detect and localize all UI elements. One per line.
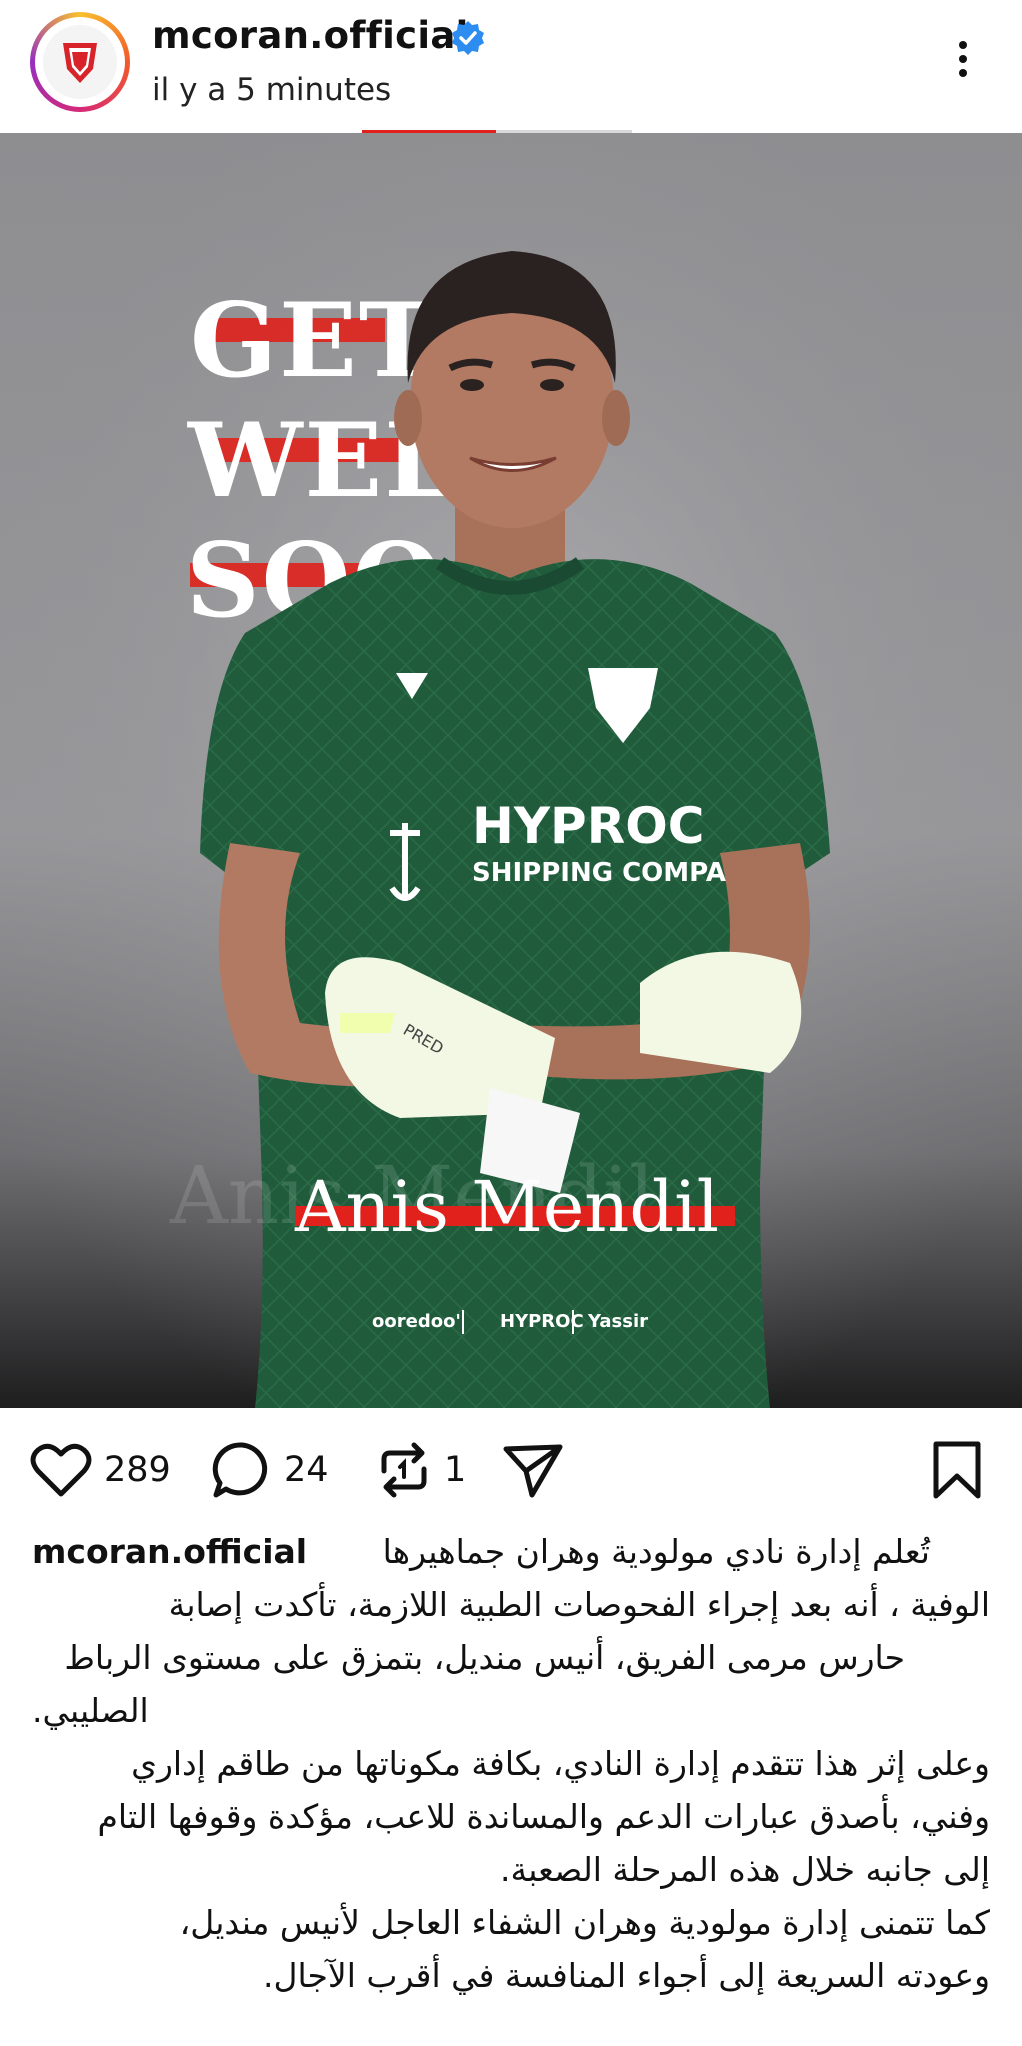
share-icon	[502, 1441, 564, 1499]
caption-line-4: الصليبي.	[32, 1691, 149, 1730]
post-actions-bar: 289 24 1	[0, 1410, 1022, 1530]
shirt-sponsor-sub: SHIPPING COMPA	[472, 858, 726, 888]
club-logo-icon	[43, 25, 117, 99]
caption-line-1: mcoran.official تُعلم إدارة نادي مولودية…	[32, 1525, 990, 1578]
post-caption: mcoran.official تُعلم إدارة نادي مولودية…	[32, 1525, 990, 2002]
like-button[interactable]: 289	[30, 1442, 171, 1498]
post-timestamp: il y a 5 minutes	[152, 72, 392, 108]
caption-line-9: وعودته السريعة إلى أجواء المنافسة في أقر…	[263, 1956, 990, 1995]
banner-line-1: GET	[190, 281, 437, 401]
verified-badge-icon	[452, 21, 484, 55]
sponsor-yassir: Yassir	[587, 1311, 648, 1332]
likes-count: 289	[104, 1450, 171, 1490]
caption-line-3: حارس مرمى الفريق، أنيس منديل، بتمزق على …	[64, 1638, 905, 1677]
caption-line-6: وفني، بأصدق عبارات الدعم والمساندة للاعب…	[97, 1797, 990, 1836]
shirt-sponsor: HYPROC	[472, 797, 704, 855]
heart-icon	[30, 1442, 92, 1498]
sponsors-strip: ooredoo' HYPROC Yassir	[372, 1310, 648, 1334]
repost-button[interactable]: 1	[376, 1442, 466, 1498]
sponsor-ooredoo: ooredoo'	[372, 1311, 461, 1332]
comments-count: 24	[284, 1450, 329, 1490]
repost-icon	[376, 1441, 432, 1499]
caption-line-2: الوفية ، أنه بعد إجراء الفحوصات الطبية ا…	[168, 1585, 990, 1624]
player-name: Anis Mendil	[294, 1166, 719, 1248]
bookmark-icon	[930, 1440, 984, 1500]
avatar[interactable]	[30, 12, 130, 112]
share-button[interactable]	[502, 1442, 564, 1498]
comment-icon	[212, 1441, 272, 1499]
caption-line-7: إلى جانبه خلال هذه المرحلة الصعبة.	[500, 1850, 990, 1889]
post-image[interactable]: GET WEL SOO PRED HYPROC SHIPPING COMPA A…	[0, 133, 1022, 1408]
sponsor-hyproc: HYPROC	[500, 1311, 584, 1332]
caption-username[interactable]: mcoran.official	[32, 1525, 307, 1578]
comment-button[interactable]: 24	[212, 1442, 329, 1498]
save-button[interactable]	[930, 1440, 984, 1500]
username[interactable]: mcoran.official	[152, 14, 469, 57]
reposts-count: 1	[444, 1450, 467, 1490]
post-header: mcoran.official il y a 5 minutes	[0, 0, 1022, 130]
caption-line-8: كما تتمنى إدارة مولودية وهران الشفاء الع…	[179, 1903, 990, 1942]
caption-line-5: وعلى إثر هذا تتقدم إدارة النادي، بكافة م…	[131, 1744, 990, 1783]
more-options-icon[interactable]	[945, 35, 981, 95]
